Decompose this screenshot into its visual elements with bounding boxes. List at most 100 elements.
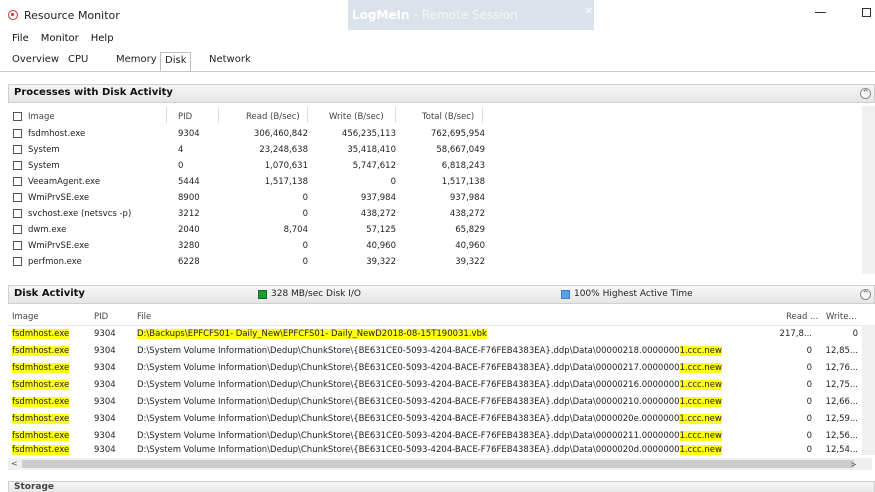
table-row[interactable]: fsdmhost.exe 9304 306,460,842 456,235,113 76… <box>8 128 858 141</box>
file-path: D:\System Volume Information\Dedup\Chunk… <box>137 380 680 390</box>
row-image: VeeamAgent.exe <box>28 177 101 187</box>
scrollbar-thumb[interactable] <box>22 460 854 468</box>
file-path: D:\System Volume Information\Dedup\Chunk… <box>137 363 680 373</box>
file-path: D:\System Volume Information\Dedup\Chunk… <box>137 414 680 424</box>
row-image: fsdmhost.exe <box>12 363 70 373</box>
row-pid: 5444 <box>178 177 200 187</box>
row-read: 0 <box>302 193 308 203</box>
processes-header-row: Image PID Read (B/sec) Write (B/sec) Tot… <box>8 107 858 125</box>
row-write: 12,59... <box>825 414 858 424</box>
collapse-disk-activity-button[interactable]: ^ <box>860 289 871 300</box>
row-checkbox[interactable] <box>13 161 22 170</box>
menu-bar: File Monitor Help <box>0 33 114 47</box>
minimize-button[interactable] <box>815 12 826 13</box>
row-write: 12,75... <box>825 380 858 390</box>
table-row[interactable]: perfmon.exe 6228 0 39,322 39,322 <box>8 256 858 269</box>
table-row[interactable]: System 4 23,248,638 35,418,410 58,667,049 <box>8 144 858 157</box>
list-item[interactable]: fsdmhost.exe 9304 D:\System Volume Informa… <box>8 413 868 426</box>
list-item[interactable]: fsdmhost.exe 9304 D:\System Volume Informa… <box>8 379 868 392</box>
row-image: System <box>28 145 60 155</box>
tab-cpu[interactable]: CPU <box>64 54 92 65</box>
row-read: 0 <box>806 397 812 407</box>
disk-activity-section-title: Disk Activity <box>14 288 85 299</box>
col-read[interactable]: Read (B/sec) <box>246 112 300 122</box>
row-write: 40,960 <box>366 241 396 251</box>
list-item[interactable]: fsdmhost.exe 9304 D:\System Volume Informa… <box>8 430 868 443</box>
col-write[interactable]: Write... <box>826 312 857 322</box>
col-file[interactable]: File <box>137 312 151 322</box>
table-row[interactable]: WmiPrvSE.exe 3280 0 40,960 40,960 <box>8 240 858 253</box>
file-path: D:\System Volume Information\Dedup\Chunk… <box>137 397 680 407</box>
scroll-left-arrow-icon[interactable]: < <box>11 459 18 468</box>
collapse-processes-button[interactable]: ^ <box>860 88 871 99</box>
row-total: 762,695,954 <box>430 129 485 139</box>
col-total[interactable]: Total (B/sec) <box>422 112 474 122</box>
row-read: 23,248,638 <box>259 145 308 155</box>
col-image[interactable]: Image <box>28 112 55 122</box>
maximize-button[interactable] <box>862 8 871 17</box>
row-pid: 9304 <box>94 346 116 356</box>
processes-scrollbar[interactable] <box>862 106 875 274</box>
select-all-checkbox[interactable] <box>13 112 22 121</box>
row-read: 1,070,631 <box>264 161 308 171</box>
disk-io-legend-swatch <box>258 290 267 299</box>
table-row[interactable]: System 0 1,070,631 5,747,612 6,818,243 <box>8 160 858 173</box>
col-pid[interactable]: PID <box>94 312 108 322</box>
row-file: D:\Backups\EPFCFS01- Daily_New\EPFCFS01-… <box>137 329 487 339</box>
tab-overview[interactable]: Overview <box>8 54 63 65</box>
tab-disk[interactable]: Disk <box>160 52 192 71</box>
disk-activity-section-header[interactable] <box>8 285 875 304</box>
row-pid: 9304 <box>94 431 116 441</box>
row-total: 65,829 <box>455 225 485 235</box>
table-row[interactable]: svchost.exe (netsvcs -p) 3212 0 438,272 438,… <box>8 208 858 221</box>
file-extension: 1.ccc.new <box>679 431 722 441</box>
remote-session-text: - Remote Session <box>413 8 518 22</box>
table-row[interactable]: VeeamAgent.exe 5444 1,517,138 0 1,517,138 <box>8 176 858 189</box>
row-read: 0 <box>806 431 812 441</box>
row-pid: 2040 <box>178 225 200 235</box>
row-checkbox[interactable] <box>13 257 22 266</box>
row-write: 12,56... <box>825 431 858 441</box>
row-checkbox[interactable] <box>13 193 22 202</box>
row-read: 0 <box>806 380 812 390</box>
list-item[interactable]: fsdmhost.exe 9304 D:\System Volume Informa… <box>8 345 868 358</box>
col-image[interactable]: Image <box>12 312 39 322</box>
menu-help[interactable]: Help <box>91 33 114 44</box>
processes-section-title: Processes with Disk Activity <box>14 87 173 98</box>
row-checkbox[interactable] <box>13 177 22 186</box>
row-checkbox[interactable] <box>13 145 22 154</box>
list-item[interactable]: fsdmhost.exe 9304 D:\Backups\EPFCFS01- Dai… <box>8 328 868 341</box>
storage-section-header[interactable] <box>8 481 875 492</box>
menu-file[interactable]: File <box>12 33 29 44</box>
row-checkbox[interactable] <box>13 241 22 250</box>
row-image: fsdmhost.exe <box>12 414 70 424</box>
file-path: D:\System Volume Information\Dedup\Chunk… <box>137 346 680 356</box>
list-item[interactable]: fsdmhost.exe 9304 D:\System Volume Informa… <box>8 444 868 457</box>
col-divider <box>218 107 219 123</box>
row-checkbox[interactable] <box>13 209 22 218</box>
list-item[interactable]: fsdmhost.exe 9304 D:\System Volume Informa… <box>8 396 868 409</box>
remote-session-label: LogMeIn - Remote Session <box>352 8 518 22</box>
table-row[interactable]: WmiPrvSE.exe 8900 0 937,984 937,984 <box>8 192 858 205</box>
list-item[interactable]: fsdmhost.exe 9304 D:\System Volume Informa… <box>8 362 868 375</box>
row-checkbox[interactable] <box>13 225 22 234</box>
row-write: 57,125 <box>366 225 396 235</box>
menu-monitor[interactable]: Monitor <box>41 33 79 44</box>
row-file: D:\System Volume Information\Dedup\Chunk… <box>137 445 722 455</box>
col-divider <box>482 107 483 123</box>
col-read[interactable]: Read ... <box>786 312 818 322</box>
row-write: 12,66... <box>825 397 858 407</box>
tab-memory[interactable]: Memory <box>112 54 161 65</box>
tab-network[interactable]: Network <box>205 54 255 65</box>
disk-activity-vertical-scrollbar[interactable] <box>862 325 875 455</box>
resource-monitor-icon <box>8 10 18 20</box>
row-image: fsdmhost.exe <box>12 397 70 407</box>
scroll-right-arrow-icon[interactable]: > <box>850 460 857 469</box>
close-icon[interactable]: × <box>584 4 593 17</box>
col-write[interactable]: Write (B/sec) <box>329 112 384 122</box>
row-image: fsdmhost.exe <box>28 129 86 139</box>
row-checkbox[interactable] <box>13 129 22 138</box>
table-row[interactable]: dwm.exe 2040 8,704 57,125 65,829 <box>8 224 858 237</box>
row-read: 217,8... <box>779 329 812 339</box>
col-pid[interactable]: PID <box>178 112 192 122</box>
